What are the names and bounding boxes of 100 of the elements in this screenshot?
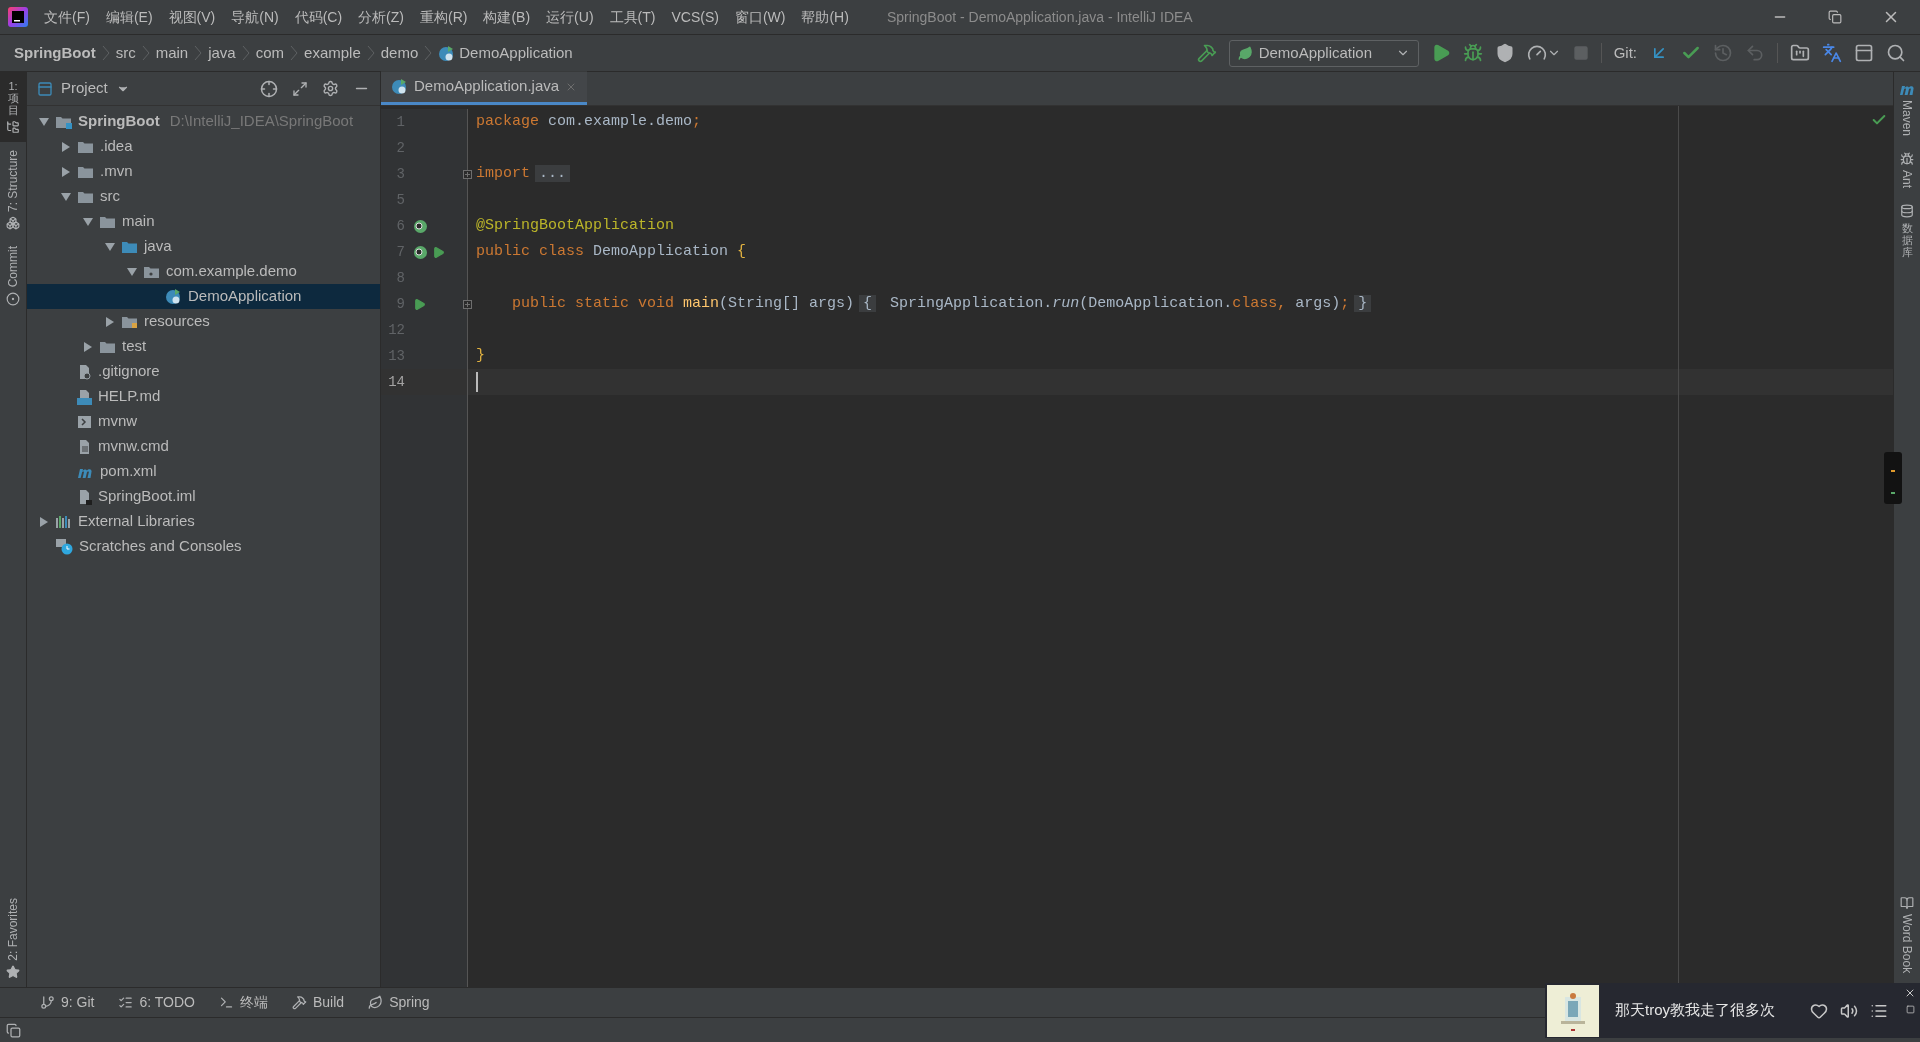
tool-window-button[interactable]: Word Book <box>1898 895 1916 973</box>
tool-window-label: Ant <box>1899 170 1915 189</box>
translate-icon[interactable] <box>1822 43 1842 63</box>
tool-window-button[interactable]: 7: Structure <box>0 142 26 239</box>
status-toggle-icon[interactable] <box>6 1022 21 1038</box>
locate-icon[interactable] <box>260 79 278 98</box>
tool-window-button[interactable]: 终端 <box>219 992 268 1013</box>
ant-icon <box>1900 152 1914 167</box>
restore-icon[interactable] <box>1828 10 1842 24</box>
menu-item[interactable]: 窗口(W) <box>726 6 794 28</box>
spring-class-icon <box>165 288 182 305</box>
tool-window-button[interactable]: Spring <box>368 992 430 1013</box>
mini-mode-icon[interactable] <box>1905 1005 1915 1014</box>
tree-row[interactable]: mvnw <box>27 409 380 434</box>
collapsed-arrow-icon[interactable] <box>39 516 49 527</box>
panel-title[interactable]: Project <box>61 77 108 100</box>
close-icon[interactable] <box>1904 987 1916 999</box>
run-configuration-dropdown[interactable]: DemoApplication <box>1228 39 1419 67</box>
search-icon[interactable] <box>1886 43 1906 63</box>
chevron-icon <box>194 45 203 61</box>
tool-window-button[interactable]: Commit <box>0 238 26 314</box>
breadcrumb-item[interactable]: SpringBoot <box>14 41 96 65</box>
tool-window-button[interactable]: 数据库 <box>1900 204 1914 259</box>
expanded-arrow-icon[interactable] <box>127 266 137 277</box>
breadcrumb-item[interactable]: com <box>255 41 285 65</box>
tree-row[interactable]: src <box>27 184 380 209</box>
menu-item[interactable]: 代码(C) <box>286 6 351 28</box>
tree-row[interactable]: test <box>27 334 380 359</box>
tree-row[interactable]: Scratches and Consoles <box>27 534 380 559</box>
tree-row[interactable]: .idea <box>27 134 380 159</box>
collapsed-arrow-icon[interactable] <box>61 141 71 152</box>
tree-row[interactable]: pom.xml <box>27 459 380 484</box>
expanded-arrow-icon[interactable] <box>83 216 93 227</box>
settings-icon[interactable] <box>322 80 339 97</box>
chevron-icon <box>241 45 250 61</box>
collapsed-arrow-icon[interactable] <box>105 316 115 327</box>
presentation-icon[interactable] <box>1854 43 1874 63</box>
tree-row[interactable]: java <box>27 234 380 259</box>
expanded-arrow-icon[interactable] <box>105 241 115 252</box>
volume-icon[interactable] <box>1840 1001 1858 1020</box>
expanded-arrow-icon[interactable] <box>61 191 71 202</box>
menu-item[interactable]: 文件(F) <box>36 6 98 28</box>
tree-row[interactable]: External Libraries <box>27 509 380 534</box>
menu-item[interactable]: 分析(Z) <box>350 6 412 28</box>
build-icon[interactable] <box>1196 43 1217 63</box>
collapsed-arrow-icon[interactable] <box>83 341 93 352</box>
collapsed-arrow-icon[interactable] <box>61 166 71 177</box>
debug-icon[interactable] <box>1462 43 1483 63</box>
expanded-arrow-icon[interactable] <box>39 116 49 127</box>
tree-row[interactable]: com.example.demo <box>27 259 380 284</box>
breadcrumb-item[interactable]: src <box>115 41 136 65</box>
tree-row[interactable]: SpringBoot.iml <box>27 484 380 509</box>
menu-item[interactable]: 视图(V) <box>160 6 224 28</box>
tree-row[interactable]: SpringBoot D:\IntelliJ_IDEA\SpringBoot <box>27 109 380 134</box>
profiler-button[interactable] <box>1526 43 1561 63</box>
menu-item[interactable]: 帮助(H) <box>793 6 857 28</box>
gauge-icon <box>1526 43 1547 63</box>
project-structure-icon[interactable] <box>1790 43 1810 63</box>
breadcrumb-item[interactable]: example <box>304 41 361 65</box>
menu-item[interactable]: 构建(B) <box>475 6 539 28</box>
tool-window-button[interactable]: 2: Favorites <box>0 890 26 987</box>
menu-item[interactable]: VCS(S) <box>663 6 727 28</box>
breadcrumb-item[interactable]: demo <box>380 41 419 65</box>
bean-icon[interactable] <box>413 244 428 260</box>
tree-row[interactable]: resources <box>27 309 380 334</box>
menu-item[interactable]: 重构(R) <box>412 6 476 28</box>
breadcrumb-item[interactable]: main <box>155 41 189 65</box>
tool-window-button[interactable]: 1: 项目 <box>0 72 26 143</box>
tree-row[interactable]: HELP.md <box>27 384 380 409</box>
heart-icon[interactable] <box>1810 1001 1828 1020</box>
tool-window-button[interactable]: Build <box>292 992 345 1013</box>
tree-row[interactable]: mvnw.cmd <box>27 434 380 459</box>
collapse-all-icon[interactable] <box>292 80 308 97</box>
run-icon[interactable] <box>432 245 445 259</box>
tree-row[interactable]: .mvn <box>27 159 380 184</box>
tool-window-button[interactable]: Maven <box>1898 82 1916 137</box>
fold-marker-icon[interactable] <box>463 299 472 309</box>
bean-icon[interactable] <box>413 218 428 234</box>
database-icon <box>1900 204 1914 219</box>
chevron-icon <box>141 45 150 61</box>
tree-item-label: SpringBoot <box>78 111 160 132</box>
tree-row[interactable]: .gitignore <box>27 359 380 384</box>
menu-item[interactable]: 编辑(E) <box>97 6 161 28</box>
fold-marker-icon[interactable] <box>463 169 472 179</box>
tool-window-button[interactable]: Ant <box>1898 152 1916 189</box>
menu-item[interactable]: 工具(T) <box>601 6 664 28</box>
tree-row[interactable]: DemoApplication <box>27 284 380 309</box>
code-line: } <box>476 345 485 366</box>
folder-icon <box>99 339 116 354</box>
code-line: import ... <box>476 162 576 186</box>
editor-tab[interactable]: DemoApplication.java <box>381 71 588 105</box>
breadcrumb-item[interactable]: java <box>208 41 236 65</box>
tree-item-label: java <box>144 236 172 257</box>
tool-window-button[interactable]: 6: TODO <box>118 992 195 1013</box>
menu-item[interactable]: 导航(N) <box>223 6 287 28</box>
menu-item[interactable]: 运行(U) <box>538 6 602 28</box>
breadcrumb-item[interactable]: DemoApplication <box>459 41 573 65</box>
tool-window-button[interactable]: 9: Git <box>40 992 95 1013</box>
tree-row[interactable]: main <box>27 209 380 234</box>
run-icon[interactable] <box>413 297 426 311</box>
